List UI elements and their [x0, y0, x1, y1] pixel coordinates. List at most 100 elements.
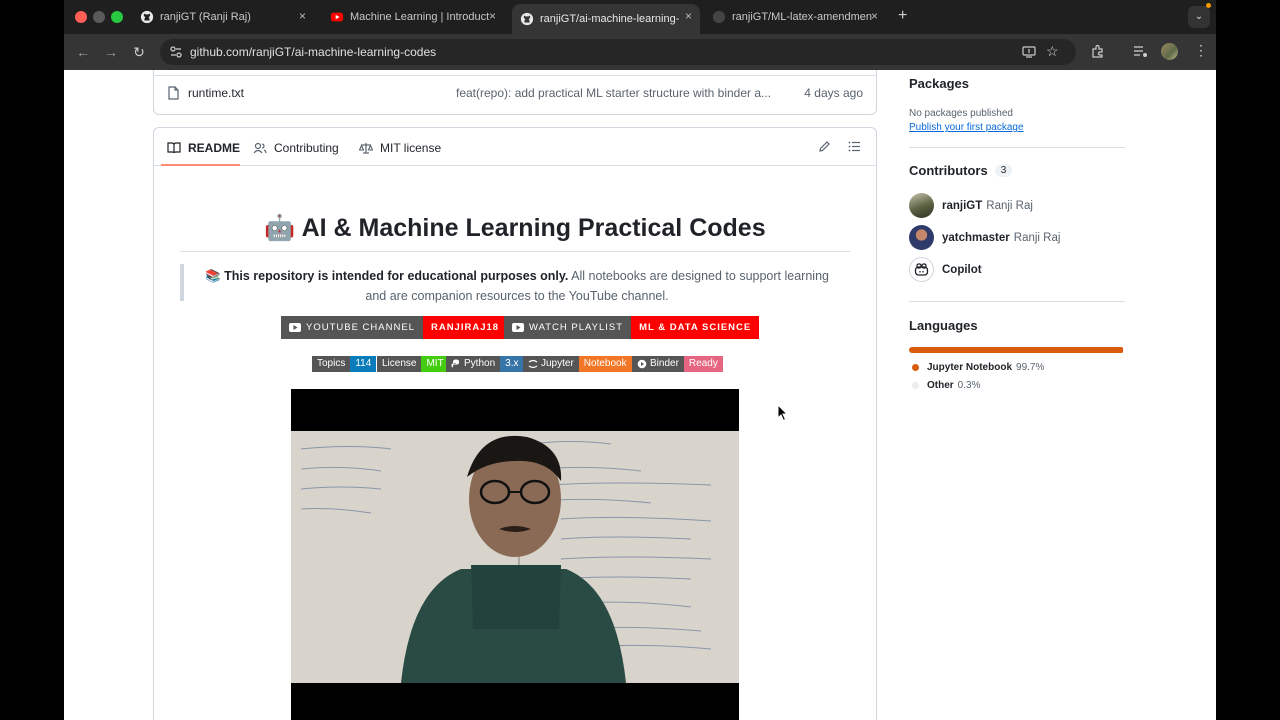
avatar	[909, 257, 934, 282]
github-page: runtime.txt feat(repo): add practical ML…	[64, 70, 1216, 720]
extensions-icon[interactable]	[1090, 44, 1105, 59]
tab-ranjigt-profile[interactable]: ranjiGT (Ranji Raj) ×	[132, 4, 314, 30]
media-controls-icon[interactable]	[1133, 44, 1148, 59]
readme-tabs: README Contributing MIT license	[154, 128, 876, 166]
tab-contributing[interactable]: Contributing	[253, 141, 339, 155]
tab-mit-license[interactable]: MIT license	[359, 141, 441, 155]
publish-package-link[interactable]: Publish your first package	[909, 122, 1024, 133]
badge-left-text: YOUTUBE CHANNEL	[306, 322, 415, 333]
contributor-item[interactable]: Copilot	[909, 257, 982, 282]
bookmark-star-icon[interactable]: ☆	[1046, 43, 1059, 60]
languages-heading: Languages	[909, 318, 978, 333]
close-icon[interactable]: ×	[685, 9, 692, 23]
url-text: github.com/ranjiGT/ai-machine-learning-c…	[190, 45, 437, 59]
contributor-item[interactable]: ranjiGT Ranji Raj	[909, 193, 1033, 218]
file-row[interactable]: runtime.txt feat(repo): add practical ML…	[154, 75, 876, 109]
shield-value: 3.x	[500, 356, 524, 372]
zoom-window-button[interactable]	[111, 11, 123, 23]
commit-message-link[interactable]: feat(repo): add practical ML starter str…	[456, 86, 771, 100]
tab-label: Contributing	[274, 141, 339, 155]
tab-title: Machine Learning | Introductio	[350, 11, 490, 23]
menu-kebab-icon[interactable]: ⋮	[1194, 42, 1208, 59]
minimize-window-button[interactable]	[93, 11, 105, 23]
tab-readme[interactable]: README	[167, 141, 240, 155]
file-list: runtime.txt feat(repo): add practical ML…	[153, 70, 877, 115]
contributors-heading[interactable]: Contributors 3	[909, 163, 1013, 178]
close-window-button[interactable]	[75, 11, 87, 23]
language-dot	[912, 364, 919, 371]
language-name: Other	[927, 380, 954, 391]
language-dot	[912, 382, 919, 389]
tab-ml-latex[interactable]: ranjiGT/ML-latex-amendment ×	[704, 4, 886, 30]
avatar	[909, 193, 934, 218]
tab-machine-learning[interactable]: Machine Learning | Introductio ×	[322, 4, 504, 30]
note-text: 📚 This repository is intended for educat…	[184, 266, 850, 306]
profile-avatar[interactable]	[1161, 43, 1178, 60]
presenter-photo	[291, 389, 739, 720]
badge-right-text: ML & DATA SCIENCE	[631, 316, 760, 339]
youtube-icon	[289, 323, 301, 332]
avatar	[909, 225, 934, 250]
mouse-cursor-icon	[777, 404, 789, 422]
watch-playlist-badge[interactable]: WATCH PLAYLIST ML & DATA SCIENCE	[504, 316, 760, 339]
tab-title: ranjiGT (Ranji Raj)	[160, 11, 251, 23]
copilot-icon	[914, 263, 929, 276]
back-arrow-icon: ←	[76, 44, 90, 60]
install-app-icon[interactable]	[1022, 45, 1036, 59]
tab-search-button[interactable]: ⌄	[1188, 6, 1210, 28]
edit-pencil-icon[interactable]	[818, 140, 831, 153]
tab-title: ranjiGT/ML-latex-amendment	[732, 11, 872, 23]
forward-button[interactable]: →	[102, 43, 120, 61]
reload-icon: ↻	[133, 44, 145, 60]
readme-title-text: AI & Machine Learning Practical Codes	[301, 214, 766, 242]
tab-ai-machine-learning[interactable]: ranjiGT/ai-machine-learning- ×	[512, 4, 700, 34]
reload-button[interactable]: ↻	[130, 43, 148, 61]
language-bar-other	[1123, 347, 1124, 353]
python-shield[interactable]: Python 3.x	[446, 356, 524, 372]
site-info-icon[interactable]	[169, 45, 183, 59]
shield-label: Python	[464, 358, 496, 369]
notification-dot	[1206, 3, 1211, 8]
language-item[interactable]: Jupyter Notebook 99.7%	[909, 362, 1044, 373]
outline-list-icon[interactable]	[848, 140, 861, 153]
browser-toolbar: ← → ↻ github.com/ranjiGT/ai-machine-lear…	[64, 34, 1216, 70]
jupyter-shield[interactable]: Jupyter Notebook	[523, 356, 632, 372]
shield-value: Notebook	[578, 356, 632, 372]
contributor-name: Ranji Raj	[986, 199, 1033, 212]
binder-shield[interactable]: Binder Ready	[632, 356, 723, 372]
jupyter-icon	[528, 359, 538, 369]
sidebar-divider	[909, 301, 1125, 302]
forward-arrow-icon: →	[104, 44, 118, 60]
youtube-icon	[512, 323, 524, 332]
address-bar[interactable]: github.com/ranjiGT/ai-machine-learning-c…	[160, 39, 1076, 65]
note-line2: and are companion resources to the YouTu…	[365, 289, 669, 303]
back-button[interactable]: ←	[74, 43, 92, 61]
shield-value: 114	[350, 356, 377, 372]
contributor-item[interactable]: yatchmaster Ranji Raj	[909, 225, 1060, 250]
shield-label: Topics	[312, 356, 351, 372]
chevron-down-icon: ⌄	[1194, 11, 1204, 22]
tab-label: README	[188, 141, 241, 155]
youtube-channel-badge[interactable]: YOUTUBE CHANNEL RANJIRAJ18	[281, 316, 508, 339]
close-icon[interactable]: ×	[299, 9, 306, 23]
title-divider	[180, 251, 850, 252]
new-tab-button[interactable]: +	[898, 7, 907, 25]
topics-shield[interactable]: Topics 114	[312, 356, 377, 372]
packages-text: No packages published	[909, 108, 1013, 119]
note-bold: This repository is intended for educatio…	[224, 269, 569, 283]
video-thumbnail[interactable]	[291, 389, 739, 720]
contributor-login: yatchmaster	[942, 231, 1010, 244]
close-icon[interactable]: ×	[871, 9, 878, 23]
python-icon	[451, 359, 459, 368]
blockquote-note: 📚 This repository is intended for educat…	[180, 264, 850, 303]
book-icon	[167, 142, 181, 154]
shield-label: License	[377, 356, 422, 372]
readme-title: 🤖 AI & Machine Learning Practical Codes	[154, 214, 876, 243]
close-icon[interactable]: ×	[489, 9, 496, 23]
language-item[interactable]: Other 0.3%	[909, 380, 980, 391]
file-name-link[interactable]: runtime.txt	[188, 86, 244, 100]
commit-age: 4 days ago	[804, 86, 863, 100]
tab-title: ranjiGT/ai-machine-learning-	[540, 13, 680, 25]
contributors-count-badge: 3	[994, 164, 1013, 177]
license-shield[interactable]: License MIT	[377, 356, 449, 372]
